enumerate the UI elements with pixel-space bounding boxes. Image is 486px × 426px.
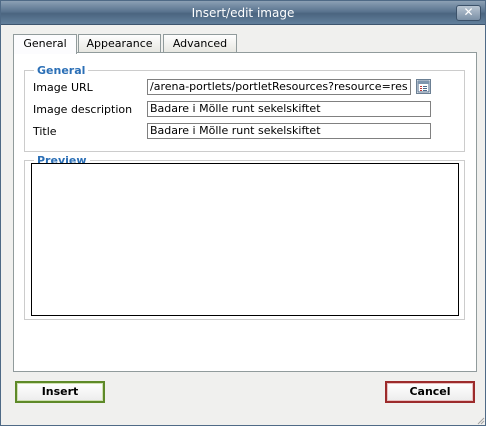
resize-grip-icon[interactable] — [477, 417, 485, 425]
image-url-input[interactable]: /arena-portlets/portletResources?resourc… — [147, 79, 411, 95]
insert-button[interactable]: Insert — [15, 381, 105, 403]
tab-appearance[interactable]: Appearance — [78, 34, 161, 53]
title-bar[interactable]: Insert/edit image ✕ — [1, 1, 485, 25]
tab-advanced[interactable]: Advanced — [163, 34, 237, 53]
image-description-label: Image description — [33, 103, 133, 116]
image-description-input[interactable]: Badare i Mölle runt sekelskiftet — [147, 101, 431, 117]
close-icon: ✕ — [463, 5, 474, 19]
general-legend: General — [37, 64, 86, 77]
cancel-button[interactable]: Cancel — [385, 381, 475, 403]
general-panel: General Image URL /arena-portlets/portle… — [13, 52, 477, 372]
tab-general[interactable]: General — [13, 34, 77, 54]
file-browser-icon[interactable] — [416, 79, 431, 94]
image-preview — [31, 163, 459, 316]
image-url-label: Image URL — [33, 81, 93, 94]
dialog-title: Insert/edit image — [191, 6, 295, 20]
insert-edit-image-dialog: Insert/edit image ✕ General Appearance A… — [0, 0, 486, 426]
title-input[interactable]: Badare i Mölle runt sekelskiftet — [147, 123, 431, 139]
title-label: Title — [33, 125, 57, 138]
close-button[interactable]: ✕ — [456, 5, 481, 21]
